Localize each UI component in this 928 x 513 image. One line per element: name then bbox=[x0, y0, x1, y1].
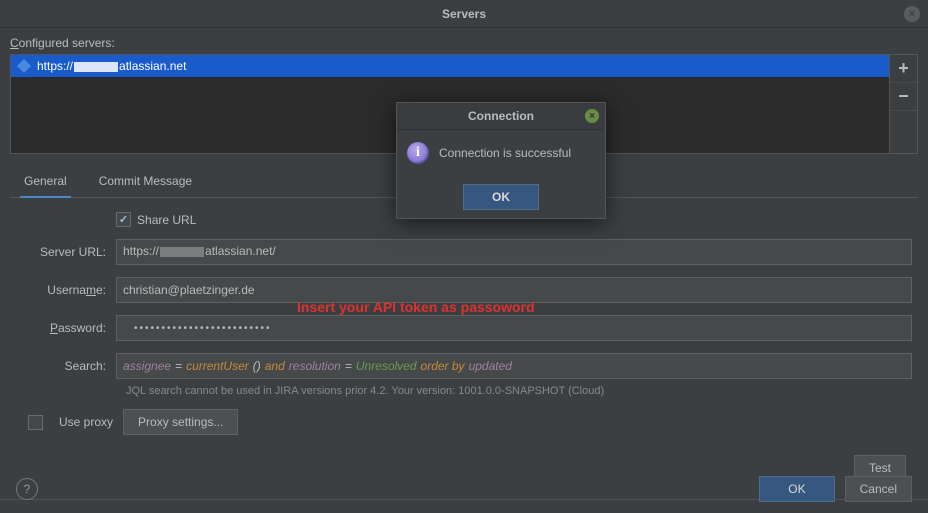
tab-commit-message[interactable]: Commit Message bbox=[95, 168, 196, 197]
use-proxy-label: Use proxy bbox=[59, 415, 113, 429]
server-url-text: https://atlassian.net bbox=[37, 59, 186, 73]
redaction-mask bbox=[74, 62, 118, 72]
use-proxy-checkbox[interactable] bbox=[28, 415, 43, 430]
dialog-title: Connection bbox=[468, 109, 534, 123]
help-button[interactable]: ? bbox=[16, 478, 38, 500]
server-list-toolbar: + − bbox=[889, 55, 917, 153]
server-url-label: Server URL: bbox=[16, 245, 116, 259]
ok-button[interactable]: OK bbox=[759, 476, 834, 502]
search-input[interactable]: assignee = currentUser() and resolution … bbox=[116, 353, 912, 379]
password-label: Password: bbox=[16, 321, 116, 335]
username-label: Username: bbox=[16, 283, 116, 297]
share-url-label: Share URL bbox=[137, 213, 196, 227]
window-title: Servers bbox=[442, 7, 486, 21]
jira-icon bbox=[17, 59, 31, 73]
server-url-input[interactable]: https://atlassian.net/ bbox=[116, 239, 912, 265]
dialog-titlebar: Connection × bbox=[397, 103, 605, 130]
proxy-settings-button[interactable]: Proxy settings... bbox=[123, 409, 238, 435]
password-input[interactable] bbox=[116, 315, 912, 341]
footer: ? OK Cancel bbox=[0, 465, 928, 513]
search-label: Search: bbox=[16, 359, 116, 373]
remove-server-button[interactable]: − bbox=[890, 83, 917, 111]
window-titlebar: Servers × bbox=[0, 0, 928, 28]
jql-help-text: JQL search cannot be used in JIRA versio… bbox=[126, 385, 912, 397]
add-server-button[interactable]: + bbox=[890, 55, 917, 83]
info-icon: i bbox=[407, 142, 429, 164]
redaction-mask bbox=[160, 247, 204, 257]
connection-dialog: Connection × i Connection is successful … bbox=[396, 102, 606, 219]
cancel-button[interactable]: Cancel bbox=[845, 476, 912, 502]
username-input[interactable] bbox=[116, 277, 912, 303]
tab-general[interactable]: General bbox=[20, 168, 71, 198]
dialog-message: Connection is successful bbox=[439, 146, 571, 160]
dialog-ok-button[interactable]: OK bbox=[463, 184, 539, 210]
close-icon[interactable]: × bbox=[904, 6, 920, 22]
server-list-item[interactable]: https://atlassian.net bbox=[11, 55, 889, 77]
configured-servers-label: Configured servers: bbox=[10, 36, 918, 50]
share-url-checkbox[interactable] bbox=[116, 212, 131, 227]
dialog-close-icon[interactable]: × bbox=[585, 109, 599, 123]
